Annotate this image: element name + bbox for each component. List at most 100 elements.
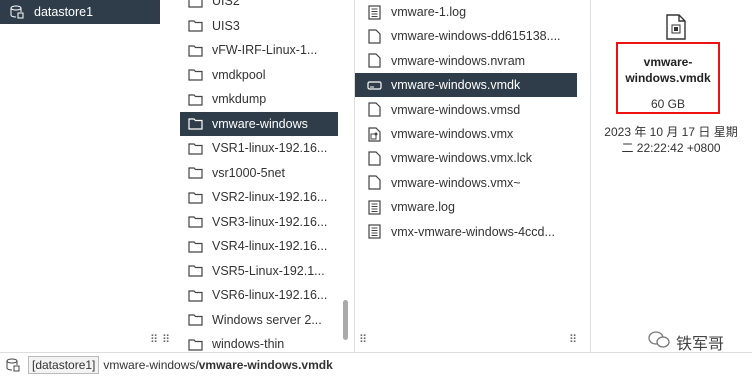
file-label: vmware-windows.vmsd — [391, 102, 521, 117]
file-item[interactable]: vmware-windows.vmx~ — [355, 171, 577, 195]
file-label: vmware.log — [391, 200, 455, 215]
column-resize-handle[interactable]: ⠿ — [162, 333, 170, 346]
folder-label: windows-thin — [212, 337, 285, 351]
file-icon — [365, 27, 383, 45]
folder-label: vmware-windows — [212, 116, 308, 131]
file-label: vmx-vmware-windows-4ccd... — [391, 224, 555, 239]
folder-label: vFW-IRF-Linux-1... — [212, 43, 318, 57]
folder-label: UIS3 — [212, 18, 240, 33]
folder-icon — [186, 188, 204, 206]
folder-icon — [186, 164, 204, 182]
log-file-icon — [365, 198, 383, 216]
file-item[interactable]: vmware-1.log — [355, 0, 577, 24]
folder-label: VSR3-linux-192.16... — [212, 214, 328, 229]
wechat-icon — [648, 330, 670, 354]
folder-icon — [186, 41, 204, 59]
file-item[interactable]: vmware-windows.vmx.lck — [355, 146, 577, 170]
vm-config-icon — [365, 125, 383, 143]
datastore-chip: [datastore1] — [28, 356, 100, 374]
file-column: ⠿ ⠿ vmware-1.log vmware-windows-dd615138.… — [354, 0, 577, 352]
column-resize-handle[interactable]: ⠿ — [359, 333, 367, 346]
file-label: vmware-windows.vmx~ — [391, 175, 521, 190]
file-label: vmware-windows.vmx — [391, 127, 514, 141]
folder-label: vmkdump — [212, 92, 267, 106]
folder-item[interactable]: VSR5-Linux-192.1... — [180, 259, 338, 283]
folder-item[interactable]: vFW-IRF-Linux-1... — [180, 38, 338, 62]
folder-item[interactable]: vmware-windows — [180, 111, 338, 136]
file-item[interactable]: vmware-windows.vmsd — [355, 98, 577, 122]
folder-icon — [186, 262, 204, 280]
file-icon — [365, 174, 383, 192]
folder-icon — [186, 237, 204, 255]
detail-modified-line1: 2023 年 10 月 17 日 星期 — [604, 125, 738, 139]
folder-item[interactable]: windows-thin — [180, 332, 338, 352]
file-label: vmware-1.log — [391, 5, 467, 19]
file-item[interactable]: vmware-windows.nvram — [355, 49, 577, 73]
file-label: vmware-windows.vmdk — [391, 78, 521, 93]
folder-column: UIS2 UIS3 vFW-IRF-Linux-1... vmdkpool vmkdum… — [160, 0, 340, 352]
folder-label: VSR6-linux-192.16... — [212, 288, 328, 302]
datastore-item[interactable]: datastore1 — [0, 0, 160, 24]
file-label: vmware-windows.vmx.lck — [391, 151, 532, 166]
folder-item[interactable]: Windows server 2... — [180, 308, 338, 332]
file-icon — [365, 149, 383, 167]
datastore-icon — [8, 3, 26, 21]
watermark-text: 铁军哥 — [676, 336, 725, 353]
file-item[interactable]: vmware.log — [355, 195, 577, 219]
folder-item[interactable]: VSR1-linux-192.16... — [180, 136, 338, 160]
file-label: vmware-windows.nvram — [391, 53, 526, 68]
folder-icon — [186, 335, 204, 352]
file-item[interactable]: vmware-windows.vmdk — [355, 73, 577, 98]
detail-filename: vmware-windows.vmdk — [625, 55, 711, 85]
disk-icon — [365, 76, 383, 94]
folder-icon — [186, 311, 204, 329]
path-file: vmware-windows.vmdk — [198, 358, 333, 372]
folder-scrollbar[interactable] — [343, 300, 348, 340]
folder-item[interactable]: vmdkpool — [180, 63, 338, 87]
folder-item[interactable]: vmkdump — [180, 87, 338, 111]
path-statusbar: [datastore1] vmware-windows/ vmware-wind… — [0, 352, 752, 377]
folder-label: Windows server 2... — [212, 312, 322, 327]
file-label: vmware-windows-dd615138.... — [391, 29, 561, 44]
log-file-icon — [365, 223, 383, 241]
disk-file-icon — [666, 14, 686, 43]
path-prefix: vmware-windows/ — [103, 358, 199, 372]
folder-item[interactable]: VSR3-linux-192.16... — [180, 210, 338, 234]
datastore-column: datastore1 ⠿ — [0, 0, 161, 352]
file-icon — [365, 101, 383, 119]
detail-modified: 2023 年 10 月 17 日 星期 二 22:22:42 +0800 — [596, 124, 746, 156]
log-file-icon — [365, 3, 383, 21]
datastore-icon — [4, 356, 22, 374]
folder-item[interactable]: VSR2-linux-192.16... — [180, 185, 338, 209]
folder-label: VSR2-linux-192.16... — [212, 190, 328, 204]
folder-item[interactable]: UIS2 — [180, 0, 338, 13]
folder-item[interactable]: VSR6-linux-192.16... — [180, 283, 338, 307]
folder-item[interactable]: UIS3 — [180, 14, 338, 38]
folder-label: VSR5-Linux-192.1... — [212, 263, 325, 278]
folder-item[interactable]: VSR4-linux-192.16... — [180, 234, 338, 258]
folder-icon — [186, 139, 204, 157]
folder-label: UIS2 — [212, 0, 240, 8]
datastore-label: datastore1 — [34, 5, 94, 19]
file-item[interactable]: vmware-windows-dd615138.... — [355, 24, 577, 48]
detail-modified-line2: 二 22:22:42 +0800 — [621, 141, 721, 155]
folder-label: VSR1-linux-192.16... — [212, 141, 328, 155]
folder-icon — [186, 66, 204, 84]
folder-label: vsr1000-5net — [212, 165, 285, 180]
detail-size: 60 GB — [650, 97, 686, 111]
column-resize-handle[interactable]: ⠿ — [150, 333, 158, 346]
file-icon — [365, 52, 383, 70]
watermark: 铁军哥 — [648, 330, 724, 354]
folder-icon — [186, 90, 204, 108]
file-item[interactable]: vmx-vmware-windows-4ccd... — [355, 220, 577, 244]
folder-item[interactable]: vsr1000-5net — [180, 161, 338, 185]
column-resize-handle[interactable]: ⠿ — [569, 333, 577, 346]
folder-icon — [186, 17, 204, 35]
folder-label: vmdkpool — [212, 67, 266, 82]
folder-icon — [186, 115, 204, 133]
folder-icon — [186, 213, 204, 231]
folder-label: VSR4-linux-192.16... — [212, 239, 328, 253]
folder-icon — [186, 286, 204, 304]
file-item[interactable]: vmware-windows.vmx — [355, 122, 577, 146]
folder-icon — [186, 0, 204, 10]
